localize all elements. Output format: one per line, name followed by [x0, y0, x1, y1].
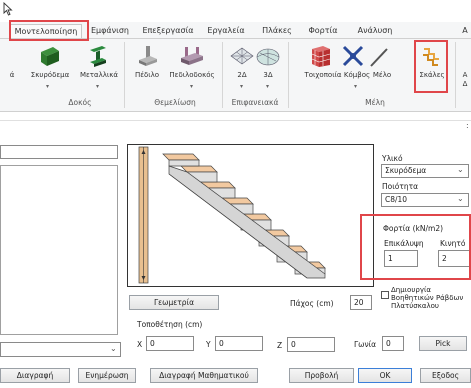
create-auxiliary-bars-label: Δημιουργία Βοηθητικών Ράβδων Πλατύσκαλου [391, 286, 464, 310]
node-dropdown-caret-icon[interactable]: ▾ [354, 83, 357, 90]
ribbon-separator [222, 42, 223, 108]
surface-2d-button[interactable]: 2Δ [232, 71, 252, 79]
material-label: Υλικό [382, 154, 403, 163]
quality-chevron-down-icon[interactable]: ⌄ [457, 194, 464, 203]
create-auxiliary-bars-checkbox[interactable] [381, 291, 389, 299]
concrete-beam-icon[interactable] [38, 44, 62, 68]
surface-3d-dropdown-caret-icon[interactable]: ▾ [266, 83, 269, 90]
concrete-button[interactable]: Σκυρόδεμα [28, 71, 72, 79]
delete-math-button[interactable]: Διαγραφή Μαθηματικού [150, 368, 258, 383]
surface-2d-dropdown-caret-icon[interactable]: ▾ [240, 83, 243, 90]
thickness-label: Πάχος (cm) [290, 299, 334, 308]
preview-button[interactable]: Προβολή [289, 368, 354, 383]
delete-button[interactable]: Διαγραφή [0, 368, 70, 383]
ribbon-separator [124, 42, 125, 108]
tab-view[interactable]: Εμφάνιση [90, 24, 130, 38]
strip-footing-icon[interactable] [179, 44, 205, 68]
strip-footing-dropdown-caret-icon[interactable]: ▾ [190, 83, 193, 90]
placement-label: Τοποθέτηση (cm) [137, 320, 203, 329]
masonry-button[interactable]: Τοιχοποιία [302, 71, 344, 79]
ok-button[interactable]: OK [358, 368, 412, 383]
angle-input[interactable]: 0 [382, 336, 404, 351]
element-select[interactable] [0, 342, 121, 357]
tab-analysis[interactable]: Ανάλυση [354, 24, 396, 38]
node-icon[interactable] [341, 44, 365, 68]
element-select-chevron-down-icon[interactable]: ⌄ [110, 344, 117, 353]
group-label-foundation: Θεμελίωση [154, 98, 196, 107]
steel-dropdown-caret-icon[interactable]: ▾ [96, 83, 99, 90]
node-button[interactable]: Κόμβος [342, 71, 372, 79]
group-label-beam: Δοκός [68, 98, 92, 107]
name-input[interactable] [0, 145, 118, 159]
surface-3d-button[interactable]: 3Δ [258, 71, 278, 79]
strip-footing-button[interactable]: Πεδιλοδοκός [165, 71, 219, 79]
angle-label: Γωνία [354, 340, 377, 349]
update-button[interactable]: Ενημέρωση [78, 368, 136, 383]
pick-button[interactable]: Pick [419, 336, 467, 351]
ribbon-separator [288, 42, 289, 108]
quality-label: Ποιότητα [382, 182, 419, 191]
stairs-preview [127, 144, 374, 287]
ribbon-button-cut-label[interactable]: ά [8, 71, 16, 79]
material-select[interactable]: Σκυρόδεμα [381, 164, 469, 178]
ribbon-separator [455, 42, 456, 108]
ribbon-button-next-label-2[interactable]: Δ [460, 80, 470, 88]
mouse-cursor-icon [3, 2, 13, 16]
dialog-close-mark[interactable]: : [466, 121, 469, 130]
tab-edit[interactable]: Επεξεργασία [140, 24, 196, 38]
material-chevron-down-icon[interactable]: ⌄ [457, 165, 464, 174]
surface-2d-icon[interactable] [229, 44, 255, 68]
concrete-dropdown-caret-icon[interactable]: ▾ [46, 83, 49, 90]
z-input[interactable]: 0 [287, 337, 335, 352]
group-label-surface: Επιφανειακά [231, 98, 279, 107]
thickness-input[interactable]: 20 [350, 295, 372, 310]
exit-button[interactable]: Εξοδος [420, 368, 471, 383]
steel-button[interactable]: Μεταλλικά [78, 71, 120, 79]
ribbon-button-next-label[interactable]: Α [460, 71, 470, 79]
element-list[interactable] [0, 165, 118, 335]
steel-beam-icon[interactable] [86, 44, 110, 68]
member-icon[interactable] [369, 46, 389, 68]
tab-more[interactable]: Α [460, 24, 470, 38]
x-input[interactable]: 0 [146, 336, 194, 351]
stairs-button-highlight [414, 40, 448, 93]
tab-tools[interactable]: Εργαλεία [204, 24, 248, 38]
z-label: Z [277, 341, 283, 350]
loads-highlight [360, 214, 471, 280]
surface-3d-icon[interactable] [255, 44, 281, 68]
dialog-top-line [0, 120, 471, 121]
y-input[interactable]: 0 [215, 336, 263, 351]
geometry-button[interactable]: Γεωμετρία [129, 295, 219, 310]
y-label: Y [206, 340, 211, 349]
footing-icon[interactable] [136, 44, 160, 68]
x-label: X [137, 340, 143, 349]
footing-button[interactable]: Πέδιλο [130, 71, 164, 79]
tab-slabs[interactable]: Πλάκες [260, 24, 294, 38]
modeling-tab-highlight [9, 20, 89, 41]
group-label-members: Μέλη [365, 98, 385, 107]
member-button[interactable]: Μέλο [372, 71, 392, 79]
tab-loads[interactable]: Φορτία [305, 24, 341, 38]
quality-select[interactable]: C8/10 [381, 193, 469, 207]
masonry-icon[interactable] [309, 44, 333, 68]
